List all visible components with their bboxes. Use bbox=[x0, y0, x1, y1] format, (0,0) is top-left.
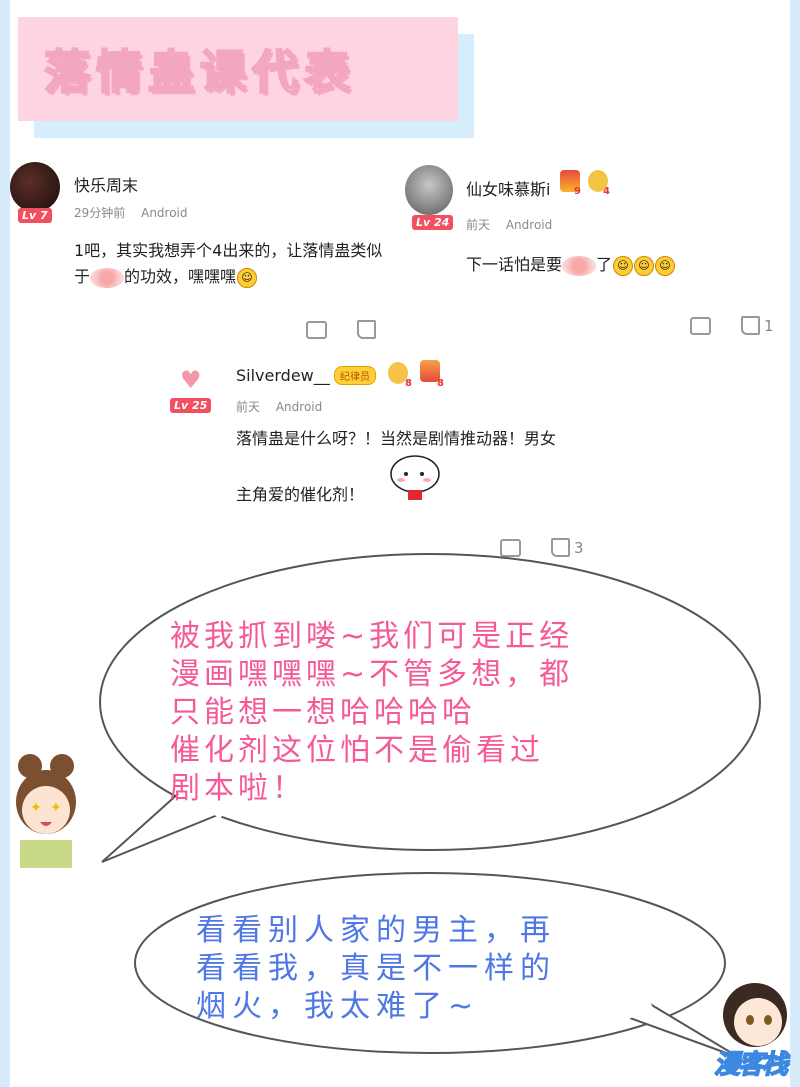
page-title: 落情蛊课代表 bbox=[43, 44, 356, 100]
medal-count: 9 bbox=[574, 186, 581, 197]
comment-text: 落情蛊是什么呀？！当然是剧情推动器！男女 主角爱的催化剂！ bbox=[236, 426, 656, 508]
title-banner: 落情蛊课代表 bbox=[18, 17, 458, 121]
level-badge: Lv 24 bbox=[412, 215, 454, 230]
svg-text:✦: ✦ bbox=[30, 800, 42, 816]
bubble-line: 看看我，真是不一样的 bbox=[196, 951, 556, 986]
comment-platform: Android bbox=[141, 206, 188, 220]
comment-actions: 1 bbox=[690, 314, 774, 335]
censored-emoji bbox=[562, 255, 597, 276]
comment-text-line: 1吧，其实我想弄个4出来的，让落情蛊类似 bbox=[74, 241, 383, 260]
username[interactable]: 快乐周末 bbox=[74, 172, 138, 196]
comment-text: 下一话怕是要了 ☺ ☺ ☺ bbox=[466, 252, 766, 278]
medal-count: 8 bbox=[437, 378, 444, 389]
comment-meta: 前天 Android bbox=[466, 216, 564, 233]
bubble-line: 漫画嘿嘿嘿~不管多想，都 bbox=[170, 657, 574, 692]
bubble-text: 看看别人家的男主，再 看看我，真是不一样的 烟火，我太难了~ bbox=[196, 912, 556, 1026]
comment-platform: Android bbox=[505, 218, 553, 232]
comment-text-line: 于的功效，嘿嘿嘿 ☺ bbox=[74, 264, 404, 290]
comment-platform: Android bbox=[275, 400, 323, 414]
character-girl-icon: ✦ ✦ bbox=[10, 752, 82, 868]
comment-time: 前天 bbox=[466, 218, 491, 232]
level-badge: Lv 25 bbox=[170, 398, 212, 413]
reply-icon[interactable] bbox=[690, 314, 711, 335]
character-boy-icon bbox=[720, 980, 790, 1050]
avatar[interactable] bbox=[405, 165, 453, 215]
watermark-logo: 漫客栈 bbox=[713, 1049, 789, 1081]
comment-meta: 前天 Android bbox=[236, 398, 334, 415]
comment-time: 前天 bbox=[236, 400, 261, 414]
laugh-emoji: ☺ bbox=[655, 255, 676, 276]
like-count: 1 bbox=[764, 316, 774, 335]
grin-emoji: ☺ bbox=[237, 267, 258, 288]
bubble-line: 看看别人家的男主，再 bbox=[196, 913, 556, 948]
comment-text-line: 主角爱的催化剂！ bbox=[236, 485, 365, 504]
level-badge: Lv 7 bbox=[18, 208, 52, 223]
like-icon[interactable] bbox=[357, 320, 376, 339]
comment-actions bbox=[306, 318, 376, 339]
laugh-emoji: ☺ bbox=[634, 255, 655, 276]
like-icon bbox=[741, 316, 760, 335]
comment-text: 1吧，其实我想弄个4出来的，让落情蛊类似 于的功效，嘿嘿嘿 ☺ bbox=[74, 238, 404, 290]
censored-emoji bbox=[90, 267, 125, 288]
bubble-line: 只能想一想哈哈哈哈 bbox=[170, 695, 476, 730]
username[interactable]: Silverdew__ bbox=[236, 366, 330, 385]
avatar[interactable]: ♥ bbox=[174, 360, 214, 400]
bubble-line: 烟火，我太难了~ bbox=[196, 989, 480, 1024]
role-tag: 纪律员 bbox=[334, 366, 376, 385]
avatar[interactable] bbox=[10, 162, 60, 212]
bubble-line: 催化剂这位怕不是偷看过 bbox=[170, 733, 544, 768]
comment-text-line: 落情蛊是什么呀？！当然是剧情推动器！男女 bbox=[236, 429, 557, 448]
comment-time: 29分钟前 bbox=[74, 206, 126, 220]
like-button[interactable]: 1 bbox=[741, 316, 774, 335]
comment-meta: 29分钟前 Android bbox=[74, 204, 200, 221]
bubble-text: 被我抓到喽~我们可是正经 漫画嘿嘿嘿~不管多想，都 只能想一想哈哈哈哈 催化剂这… bbox=[170, 618, 573, 808]
bubble-line: 剧本啦！ bbox=[170, 771, 306, 806]
medal-count: 4 bbox=[603, 186, 610, 197]
reply-icon[interactable] bbox=[306, 318, 327, 339]
bubble-line: 被我抓到喽~我们可是正经 bbox=[170, 619, 574, 654]
username[interactable]: 仙女味慕斯i bbox=[466, 176, 550, 200]
medal-count: 8 bbox=[405, 378, 412, 389]
svg-text:✦: ✦ bbox=[50, 800, 62, 816]
laugh-emoji: ☺ bbox=[613, 255, 634, 276]
sticker-icon bbox=[386, 452, 444, 502]
